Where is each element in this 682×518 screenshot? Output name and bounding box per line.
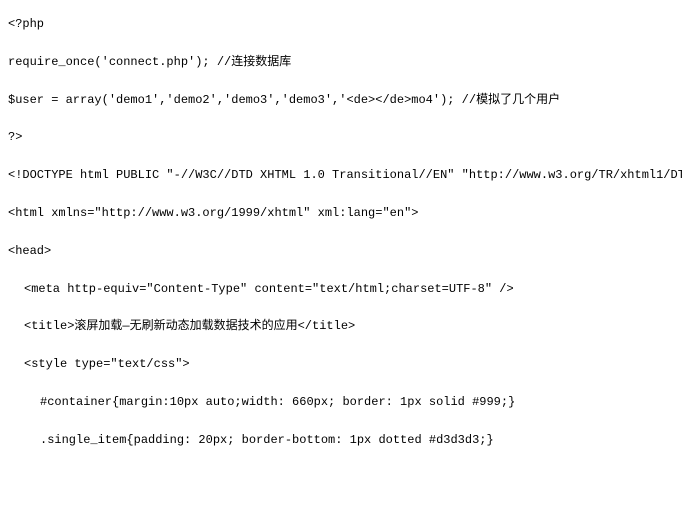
code-line-3: $user = array('demo1','demo2','demo3','d…	[8, 92, 674, 109]
code-line-12: .single_item{padding: 20px; border-botto…	[8, 432, 674, 449]
code-line-10: <style type="text/css">	[8, 356, 674, 373]
code-line-4: ?>	[8, 129, 674, 146]
code-line-11: #container{margin:10px auto;width: 660px…	[8, 394, 674, 411]
code-line-8: <meta http-equiv="Content-Type" content=…	[8, 281, 674, 298]
code-line-9: <title>滚屏加载—无刷新动态加载数据技术的应用</title>	[8, 318, 674, 335]
code-line-7: <head>	[8, 243, 674, 260]
code-line-2: require_once('connect.php'); //连接数据库	[8, 54, 674, 71]
code-line-5: <!DOCTYPE html PUBLIC "-//W3C//DTD XHTML…	[8, 167, 674, 184]
code-line-1: <?php	[8, 16, 674, 33]
code-line-6: <html xmlns="http://www.w3.org/1999/xhtm…	[8, 205, 674, 222]
